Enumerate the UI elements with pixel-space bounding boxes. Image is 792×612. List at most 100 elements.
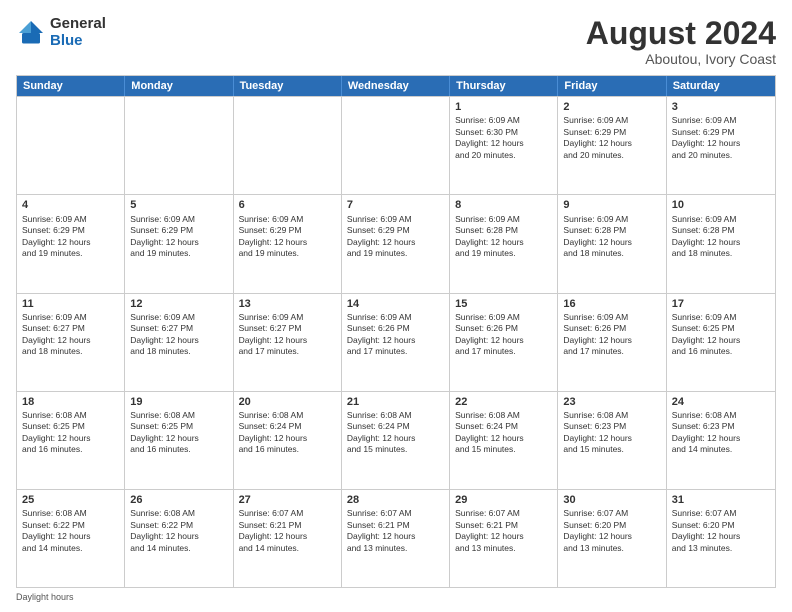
logo: General Blue bbox=[16, 16, 106, 49]
day-info: Sunrise: 6:07 AM Sunset: 6:21 PM Dayligh… bbox=[347, 508, 444, 554]
logo-text: General Blue bbox=[50, 16, 106, 49]
day-info: Sunrise: 6:08 AM Sunset: 6:25 PM Dayligh… bbox=[130, 410, 227, 456]
calendar-cell-empty-0 bbox=[17, 97, 125, 194]
header: General Blue August 2024 Aboutou, Ivory … bbox=[16, 16, 776, 67]
calendar-cell-20: 20Sunrise: 6:08 AM Sunset: 6:24 PM Dayli… bbox=[234, 392, 342, 489]
calendar-cell-empty-3 bbox=[342, 97, 450, 194]
calendar-cell-4: 4Sunrise: 6:09 AM Sunset: 6:29 PM Daylig… bbox=[17, 195, 125, 292]
calendar-cell-26: 26Sunrise: 6:08 AM Sunset: 6:22 PM Dayli… bbox=[125, 490, 233, 587]
calendar-cell-23: 23Sunrise: 6:08 AM Sunset: 6:23 PM Dayli… bbox=[558, 392, 666, 489]
day-number: 2 bbox=[563, 100, 660, 114]
calendar-cell-1: 1Sunrise: 6:09 AM Sunset: 6:30 PM Daylig… bbox=[450, 97, 558, 194]
day-number: 12 bbox=[130, 297, 227, 311]
day-info: Sunrise: 6:07 AM Sunset: 6:20 PM Dayligh… bbox=[563, 508, 660, 554]
calendar-cell-27: 27Sunrise: 6:07 AM Sunset: 6:21 PM Dayli… bbox=[234, 490, 342, 587]
day-number: 27 bbox=[239, 493, 336, 507]
header-day-wednesday: Wednesday bbox=[342, 76, 450, 96]
calendar-cell-31: 31Sunrise: 6:07 AM Sunset: 6:20 PM Dayli… bbox=[667, 490, 775, 587]
day-info: Sunrise: 6:07 AM Sunset: 6:21 PM Dayligh… bbox=[455, 508, 552, 554]
calendar-cell-13: 13Sunrise: 6:09 AM Sunset: 6:27 PM Dayli… bbox=[234, 294, 342, 391]
day-info: Sunrise: 6:09 AM Sunset: 6:29 PM Dayligh… bbox=[130, 214, 227, 260]
header-day-monday: Monday bbox=[125, 76, 233, 96]
calendar-cell-8: 8 Sunrise: 6:09 AM Sunset: 6:28 PM Daylig… bbox=[450, 195, 558, 292]
day-number: 5 bbox=[130, 198, 227, 212]
day-number: 24 bbox=[672, 395, 770, 409]
header-day-saturday: Saturday bbox=[667, 76, 775, 96]
calendar-row-4: 18Sunrise: 6:08 AM Sunset: 6:25 PM Dayli… bbox=[17, 391, 775, 489]
calendar-row-5: 25 Sunrise: 6:08 AM Sunset: 6:22 PM Dayli… bbox=[17, 489, 775, 587]
day-number: 15 bbox=[455, 297, 552, 311]
calendar: SundayMondayTuesdayWednesdayThursdayFrid… bbox=[16, 75, 776, 588]
calendar-cell-9: 9 Sunrise: 6:09 AM Sunset: 6:28 PM Daylig… bbox=[558, 195, 666, 292]
page-subtitle: Aboutou, Ivory Coast bbox=[586, 51, 776, 67]
day-info: Sunrise: 6:08 AM Sunset: 6:24 PM Dayligh… bbox=[347, 410, 444, 456]
calendar-cell-3: 3Sunrise: 6:09 AM Sunset: 6:29 PM Daylig… bbox=[667, 97, 775, 194]
calendar-cell-15: 15Sunrise: 6:09 AM Sunset: 6:26 PM Dayli… bbox=[450, 294, 558, 391]
header-day-sunday: Sunday bbox=[17, 76, 125, 96]
calendar-cell-24: 24Sunrise: 6:08 AM Sunset: 6:23 PM Dayli… bbox=[667, 392, 775, 489]
logo-icon bbox=[16, 18, 46, 48]
day-number: 8 bbox=[455, 198, 552, 212]
day-info: Sunrise: 6:08 AM Sunset: 6:24 PM Dayligh… bbox=[239, 410, 336, 456]
day-info: Sunrise: 6:08 AM Sunset: 6:23 PM Dayligh… bbox=[563, 410, 660, 456]
calendar-cell-21: 21Sunrise: 6:08 AM Sunset: 6:24 PM Dayli… bbox=[342, 392, 450, 489]
day-number: 7 bbox=[347, 198, 444, 212]
calendar-cell-6: 6 Sunrise: 6:09 AM Sunset: 6:29 PM Daylig… bbox=[234, 195, 342, 292]
calendar-row-1: 1Sunrise: 6:09 AM Sunset: 6:30 PM Daylig… bbox=[17, 96, 775, 194]
calendar-cell-12: 12Sunrise: 6:09 AM Sunset: 6:27 PM Dayli… bbox=[125, 294, 233, 391]
day-number: 23 bbox=[563, 395, 660, 409]
day-number: 31 bbox=[672, 493, 770, 507]
header-day-thursday: Thursday bbox=[450, 76, 558, 96]
day-number: 19 bbox=[130, 395, 227, 409]
day-info: Sunrise: 6:09 AM Sunset: 6:30 PM Dayligh… bbox=[455, 115, 552, 161]
day-number: 6 bbox=[239, 198, 336, 212]
day-number: 4 bbox=[22, 198, 119, 212]
calendar-cell-empty-2 bbox=[234, 97, 342, 194]
calendar-cell-16: 16Sunrise: 6:09 AM Sunset: 6:26 PM Dayli… bbox=[558, 294, 666, 391]
day-number: 22 bbox=[455, 395, 552, 409]
day-info: Sunrise: 6:09 AM Sunset: 6:27 PM Dayligh… bbox=[130, 312, 227, 358]
day-info: Sunrise: 6:08 AM Sunset: 6:22 PM Dayligh… bbox=[130, 508, 227, 554]
day-info: Sunrise: 6:08 AM Sunset: 6:25 PM Dayligh… bbox=[22, 410, 119, 456]
calendar-cell-5: 5 Sunrise: 6:09 AM Sunset: 6:29 PM Daylig… bbox=[125, 195, 233, 292]
calendar-body: 1Sunrise: 6:09 AM Sunset: 6:30 PM Daylig… bbox=[17, 96, 775, 587]
logo-general: General bbox=[50, 16, 106, 33]
page: General Blue August 2024 Aboutou, Ivory … bbox=[0, 0, 792, 612]
day-info: Sunrise: 6:09 AM Sunset: 6:26 PM Dayligh… bbox=[347, 312, 444, 358]
day-number: 11 bbox=[22, 297, 119, 311]
calendar-cell-19: 19Sunrise: 6:08 AM Sunset: 6:25 PM Dayli… bbox=[125, 392, 233, 489]
day-info: Sunrise: 6:08 AM Sunset: 6:23 PM Dayligh… bbox=[672, 410, 770, 456]
day-number: 28 bbox=[347, 493, 444, 507]
header-day-tuesday: Tuesday bbox=[234, 76, 342, 96]
day-number: 14 bbox=[347, 297, 444, 311]
day-info: Sunrise: 6:08 AM Sunset: 6:24 PM Dayligh… bbox=[455, 410, 552, 456]
title-block: August 2024 Aboutou, Ivory Coast bbox=[586, 16, 776, 67]
calendar-cell-7: 7Sunrise: 6:09 AM Sunset: 6:29 PM Daylig… bbox=[342, 195, 450, 292]
day-info: Sunrise: 6:09 AM Sunset: 6:28 PM Dayligh… bbox=[672, 214, 770, 260]
day-number: 16 bbox=[563, 297, 660, 311]
calendar-header: SundayMondayTuesdayWednesdayThursdayFrid… bbox=[17, 76, 775, 96]
day-number: 20 bbox=[239, 395, 336, 409]
day-info: Sunrise: 6:09 AM Sunset: 6:29 PM Dayligh… bbox=[239, 214, 336, 260]
header-day-friday: Friday bbox=[558, 76, 666, 96]
calendar-cell-29: 29Sunrise: 6:07 AM Sunset: 6:21 PM Dayli… bbox=[450, 490, 558, 587]
day-number: 9 bbox=[563, 198, 660, 212]
day-number: 3 bbox=[672, 100, 770, 114]
calendar-cell-22: 22Sunrise: 6:08 AM Sunset: 6:24 PM Dayli… bbox=[450, 392, 558, 489]
calendar-cell-14: 14Sunrise: 6:09 AM Sunset: 6:26 PM Dayli… bbox=[342, 294, 450, 391]
day-number: 25 bbox=[22, 493, 119, 507]
day-info: Sunrise: 6:09 AM Sunset: 6:26 PM Dayligh… bbox=[455, 312, 552, 358]
day-number: 29 bbox=[455, 493, 552, 507]
day-info: Sunrise: 6:09 AM Sunset: 6:25 PM Dayligh… bbox=[672, 312, 770, 358]
day-number: 26 bbox=[130, 493, 227, 507]
day-info: Sunrise: 6:07 AM Sunset: 6:21 PM Dayligh… bbox=[239, 508, 336, 554]
calendar-cell-10: 10 Sunrise: 6:09 AM Sunset: 6:28 PM Dayli… bbox=[667, 195, 775, 292]
day-number: 30 bbox=[563, 493, 660, 507]
calendar-cell-empty-1 bbox=[125, 97, 233, 194]
day-number: 10 bbox=[672, 198, 770, 212]
day-info: Sunrise: 6:09 AM Sunset: 6:28 PM Dayligh… bbox=[563, 214, 660, 260]
day-info: Sunrise: 6:09 AM Sunset: 6:26 PM Dayligh… bbox=[563, 312, 660, 358]
calendar-cell-11: 11Sunrise: 6:09 AM Sunset: 6:27 PM Dayli… bbox=[17, 294, 125, 391]
calendar-cell-2: 2Sunrise: 6:09 AM Sunset: 6:29 PM Daylig… bbox=[558, 97, 666, 194]
day-info: Sunrise: 6:09 AM Sunset: 6:28 PM Dayligh… bbox=[455, 214, 552, 260]
